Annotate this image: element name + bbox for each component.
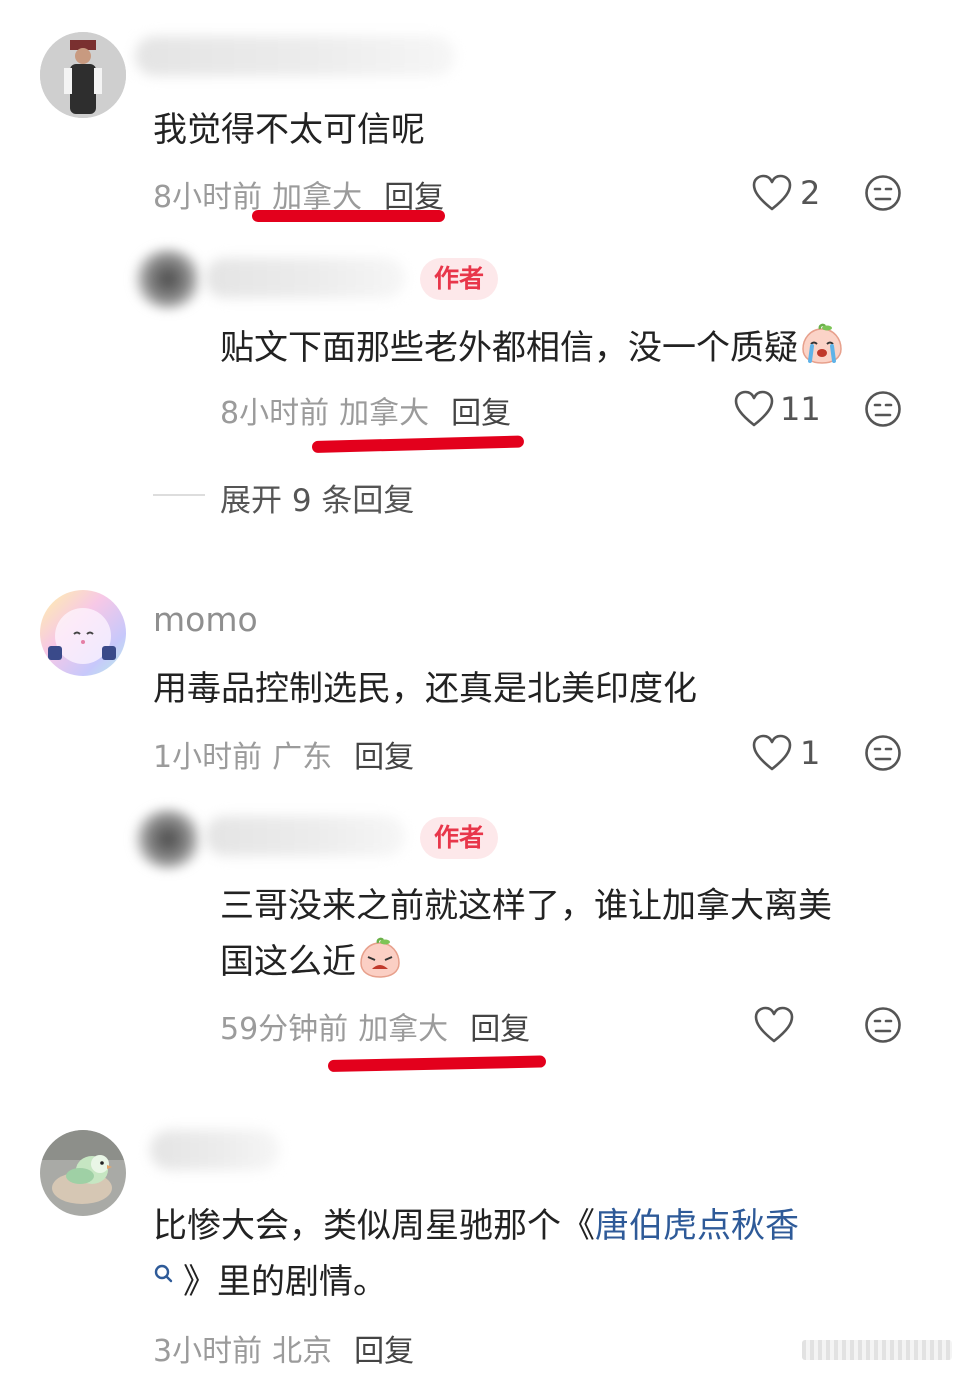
author-tag: 作者: [420, 817, 499, 859]
comment-meta: 3小时前 北京 回复: [153, 1326, 414, 1370]
comment-text-line1: 比惨大会，类似周星驰那个《唐伯虎点秋香: [153, 1198, 799, 1254]
avatar-blurred[interactable]: [132, 808, 204, 870]
like-heart-icon[interactable]: [734, 390, 774, 428]
red-underline: [311, 435, 525, 453]
reply-button[interactable]: 回复: [354, 1334, 414, 1369]
comment-text: 我觉得不太可信呢: [153, 110, 425, 150]
reply-location: 加拿大: [339, 396, 430, 431]
crying-peach-emoji: [360, 937, 400, 978]
comment-time: 8小时前: [153, 180, 263, 215]
avatar[interactable]: [40, 590, 126, 676]
avatar[interactable]: [40, 32, 126, 118]
red-underline: [327, 1055, 547, 1072]
like-heart-icon[interactable]: [754, 1006, 794, 1044]
comment-location: 北京: [272, 1334, 333, 1369]
neutral-face-icon[interactable]: [864, 1006, 902, 1044]
author-tag: 作者: [420, 258, 499, 300]
username-blurred: [135, 36, 455, 76]
avatar-bird-icon: [40, 1130, 126, 1216]
search-link[interactable]: 唐伯虎点秋香: [595, 1206, 799, 1246]
reply-text-line2: 国这么近: [220, 934, 402, 990]
comment-text-line2: 》里的剧情。: [153, 1254, 387, 1310]
username-blurred: [205, 816, 405, 856]
like-heart-icon[interactable]: [752, 174, 792, 212]
reply-button[interactable]: 回复: [354, 740, 414, 775]
reply-location: 加拿大: [358, 1012, 449, 1047]
like-count: 11: [780, 390, 821, 428]
reply-text-line1: 三哥没来之前就这样了，谁让加拿大离美: [220, 886, 832, 926]
expand-divider: [153, 494, 205, 496]
avatar-blurred[interactable]: [132, 248, 204, 310]
username-blurred: [205, 258, 405, 298]
reply-time: 59分钟前: [220, 1012, 349, 1047]
neutral-face-icon[interactable]: [864, 734, 902, 772]
username-blurred: [150, 1130, 280, 1170]
comment-time: 3小时前: [153, 1334, 263, 1369]
username[interactable]: momo: [153, 600, 258, 639]
red-underline: [252, 210, 445, 222]
avatar-portrait-icon: [40, 32, 126, 118]
reply-text-content: 国这么近: [220, 942, 356, 982]
search-icon[interactable]: [153, 1263, 175, 1285]
crying-peach-emoji: [802, 323, 842, 364]
reply-button[interactable]: 回复: [470, 1012, 530, 1047]
reply-meta: 59分钟前 加拿大 回复: [220, 1004, 530, 1048]
reply-button[interactable]: 回复: [451, 396, 511, 431]
watermark: [802, 1340, 952, 1360]
comment-text-suffix: 》里的剧情。: [183, 1262, 387, 1302]
reply-text: 贴文下面那些老外都相信，没一个质疑: [220, 320, 844, 376]
like-count: 1: [800, 734, 821, 772]
reply-meta: 8小时前 加拿大 回复: [220, 388, 511, 432]
comment-location: 广东: [272, 740, 333, 775]
comment-meta: 1小时前 广东 回复: [153, 732, 414, 776]
like-heart-icon[interactable]: [752, 734, 792, 772]
reply-time: 8小时前: [220, 396, 330, 431]
neutral-face-icon[interactable]: [864, 390, 902, 428]
comment-text-prefix: 比惨大会，类似周星驰那个《: [153, 1206, 595, 1246]
reply-text-content: 贴文下面那些老外都相信，没一个质疑: [220, 328, 798, 368]
neutral-face-icon[interactable]: [864, 174, 902, 212]
expand-replies-button[interactable]: 展开 9 条回复: [220, 475, 414, 520]
comment-text: 用毒品控制选民，还真是北美印度化: [153, 669, 697, 709]
like-count: 2: [800, 174, 821, 212]
avatar[interactable]: [40, 1130, 126, 1216]
avatar-cartoon-icon: [40, 590, 126, 676]
comment-time: 1小时前: [153, 740, 263, 775]
comment-thread: 我觉得不太可信呢 8小时前 加拿大 回复 2 作者 贴文下面那些老外都相信，没一个质…: [0, 0, 960, 1378]
